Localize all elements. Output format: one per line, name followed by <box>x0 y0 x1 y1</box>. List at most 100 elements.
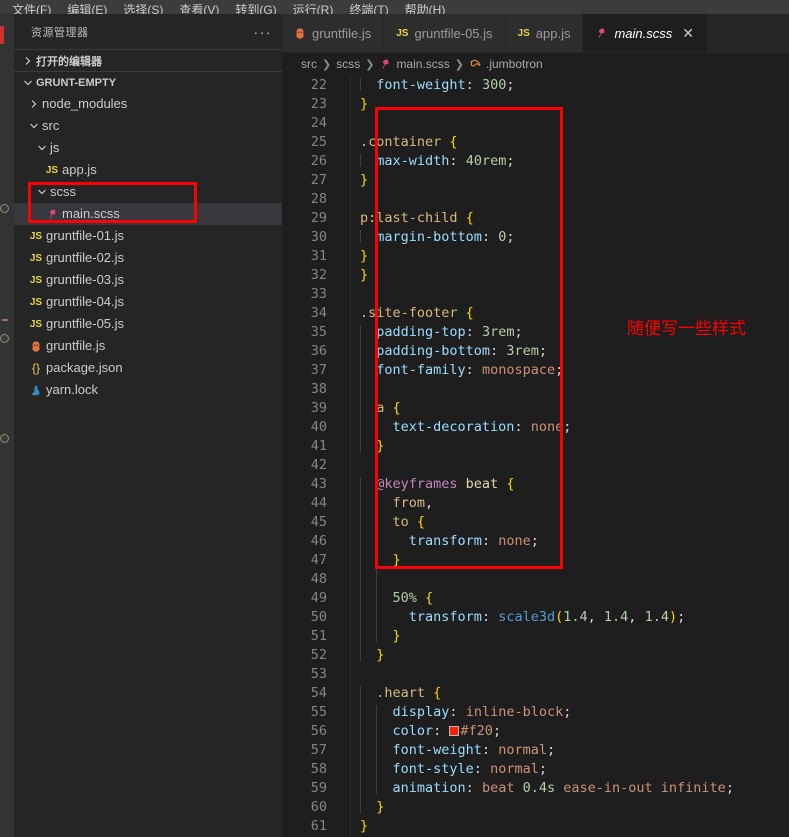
code-line-text: a { <box>376 399 401 416</box>
line-number: 45 <box>310 513 327 530</box>
line-number: 44 <box>310 494 327 511</box>
code-line-text: color: #f20; <box>392 722 502 739</box>
line-number: 59 <box>310 779 327 796</box>
menu-item-selection[interactable]: 选择(S) <box>115 4 171 14</box>
close-icon[interactable]: ✕ <box>682 26 694 40</box>
js-file-icon: JS <box>45 164 59 176</box>
tree-row[interactable]: JS app.js <box>14 159 282 181</box>
tree-row[interactable]: {} package.json <box>14 357 282 379</box>
code-line: 58 font-style: normal; <box>282 759 789 778</box>
line-number: 46 <box>310 532 327 549</box>
explorer-more-actions-icon[interactable]: ··· <box>254 25 273 39</box>
breadcrumb-item[interactable]: scss <box>336 57 360 71</box>
indent-guide <box>360 78 361 91</box>
line-number: 40 <box>310 418 327 435</box>
line-number: 37 <box>310 361 327 378</box>
line-number: 25 <box>310 133 327 150</box>
line-number: 56 <box>310 722 327 739</box>
code-line-text: } <box>360 266 369 283</box>
js-file-icon: JS <box>396 27 409 39</box>
tree-row[interactable]: scss <box>14 181 282 203</box>
code-line: 61} <box>282 816 789 835</box>
line-number: 50 <box>310 608 327 625</box>
breadcrumb-item[interactable]: .jumbotron <box>486 57 543 71</box>
breadcrumb-item[interactable]: src <box>301 57 317 71</box>
code-line-text: } <box>376 798 385 815</box>
code-line: 55 display: inline-block; <box>282 702 789 721</box>
menu-item-file[interactable]: 文件(F) <box>4 4 59 14</box>
tree-row[interactable]: JS gruntfile-04.js <box>14 291 282 313</box>
code-line: 54 .heart { <box>282 683 789 702</box>
activity-bar <box>0 14 14 837</box>
editor-tab[interactable]: JS gruntfile-05.js <box>384 14 506 52</box>
editor-tab-label: gruntfile-05.js <box>414 25 493 41</box>
tree-row[interactable]: src <box>14 115 282 137</box>
code-line: 31} <box>282 246 789 265</box>
section-workspace-root[interactable]: GRUNT-EMPTY <box>14 71 282 93</box>
line-number: 49 <box>310 589 327 606</box>
breadcrumb-item[interactable]: main.scss <box>396 57 449 71</box>
indent-guide <box>376 705 378 794</box>
menu-item-terminal[interactable]: 终端(T) <box>341 4 396 14</box>
code-line-text: animation: beat 0.4s ease-in-out infinit… <box>392 779 734 796</box>
code-line: 48 <box>282 569 789 588</box>
code-line: 30 margin-bottom: 0; <box>282 227 789 246</box>
tree-row[interactable]: JS gruntfile-05.js <box>14 313 282 335</box>
tree-row[interactable]: JS gruntfile-03.js <box>14 269 282 291</box>
tree-row-label: app.js <box>62 162 97 177</box>
menu-item-view[interactable]: 查看(V) <box>171 4 227 14</box>
tree-row-label: gruntfile-05.js <box>46 316 125 331</box>
tree-row-label: gruntfile-03.js <box>46 272 125 287</box>
explorer-title-bar: 资源管理器 ··· <box>14 14 282 49</box>
code-line-text: .container { <box>360 133 458 150</box>
tree-row[interactable]: JS gruntfile-01.js <box>14 225 282 247</box>
tree-row[interactable]: yarn.lock <box>14 379 282 401</box>
chevron-down-icon <box>26 118 42 134</box>
indent-guide <box>376 610 378 623</box>
tree-row[interactable]: main.scss <box>14 203 282 225</box>
section-open-editors[interactable]: 打开的编辑器 <box>14 49 282 71</box>
code-line-text: from, <box>392 494 434 511</box>
editor-tab[interactable]: JS app.js <box>505 14 584 52</box>
activity-bar-icon-extensions[interactable] <box>0 434 9 443</box>
code-line-text: padding-top: 3rem; <box>376 323 523 340</box>
code-line: 52 } <box>282 645 789 664</box>
code-line-text: p:last-child { <box>360 209 474 226</box>
tree-row[interactable]: node_modules <box>14 93 282 115</box>
line-number: 30 <box>310 228 327 245</box>
code-line: 23} <box>282 94 789 113</box>
line-number: 53 <box>310 665 327 682</box>
code-line: 56 color: #f20; <box>282 721 789 740</box>
line-number: 42 <box>310 456 327 473</box>
line-number: 34 <box>310 304 327 321</box>
editor-tab-label: gruntfile.js <box>312 25 372 41</box>
tree-row[interactable]: gruntfile.js <box>14 335 282 357</box>
code-line-text: } <box>360 247 369 264</box>
code-line-text: } <box>360 171 369 188</box>
menu-item-help[interactable]: 帮助(H) <box>397 4 454 14</box>
menu-item-edit[interactable]: 编辑(E) <box>59 4 115 14</box>
tree-row[interactable]: js <box>14 137 282 159</box>
editor-tab[interactable]: main.scss ✕ <box>583 14 707 52</box>
line-number: 43 <box>310 475 327 492</box>
code-editor[interactable]: 22 font-weight: 300; 23} 24 25 .container {2… <box>282 75 789 837</box>
code-line: 47 } <box>282 550 789 569</box>
yarn-file-icon <box>26 384 46 397</box>
activity-bar-icon-scm[interactable] <box>2 319 8 321</box>
line-number: 35 <box>310 323 327 340</box>
menu-item-run[interactable]: 运行(R) <box>285 4 342 14</box>
scss-file-icon <box>42 208 62 221</box>
activity-bar-icon-search[interactable] <box>0 204 9 213</box>
line-number: 32 <box>310 266 327 283</box>
indent-guide <box>376 534 378 547</box>
tree-row[interactable]: JS gruntfile-02.js <box>14 247 282 269</box>
activity-bar-icon-debug[interactable] <box>0 334 9 343</box>
code-line-text: } <box>392 627 401 644</box>
code-line: 42 <box>282 455 789 474</box>
editor-tab[interactable]: gruntfile.js <box>282 14 385 52</box>
js-file-icon: JS <box>29 296 43 308</box>
editor-tab-label: app.js <box>535 25 571 41</box>
code-line: 38 <box>282 379 789 398</box>
menu-item-go[interactable]: 转到(G) <box>227 4 284 14</box>
chevron-right-icon <box>20 53 36 69</box>
